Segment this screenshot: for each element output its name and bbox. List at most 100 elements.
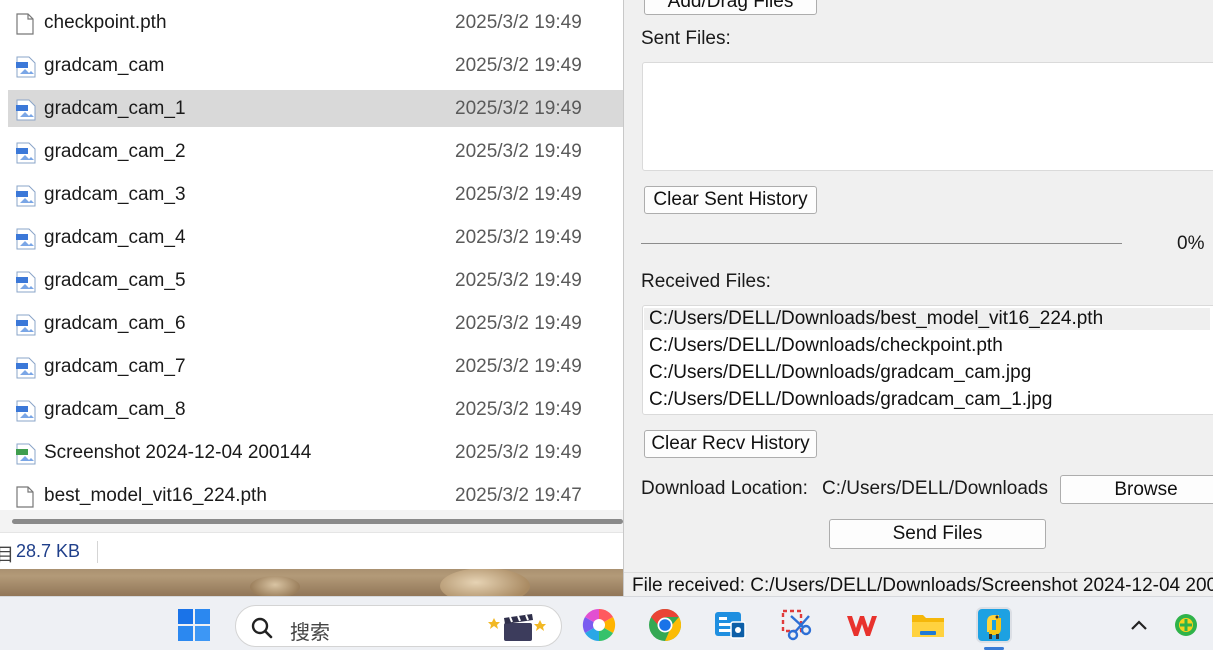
file-row[interactable]: Screenshot 2024-12-04 200144 2025/3/2 19:… [8, 434, 623, 471]
jpg-image-file-icon [16, 314, 36, 336]
file-name: Screenshot 2024-12-04 200144 [44, 441, 312, 463]
horizontal-scrollbar[interactable] [0, 510, 623, 532]
browse-button[interactable]: Browse [1060, 475, 1213, 504]
file-row[interactable]: gradcam_cam_1 2025/3/2 19:49 [8, 90, 623, 127]
jpg-image-file-icon [16, 271, 36, 293]
explorer-status-bar: 目 28.7 KB [0, 532, 623, 569]
file-explorer-window: checkpoint.pth 2025/3/2 19:49 gradcam_cam 2… [0, 0, 623, 569]
chrome-browser-icon [649, 608, 682, 642]
pinwheel-app-icon [582, 608, 616, 642]
file-row[interactable]: gradcam_cam_4 2025/3/2 19:49 [8, 219, 623, 256]
file-row[interactable]: gradcam_cam_3 2025/3/2 19:49 [8, 176, 623, 213]
taskbar-remote-desktop[interactable] [712, 607, 748, 643]
sent-files-label: Sent Files: [641, 28, 731, 49]
snipping-tool-icon [781, 609, 812, 641]
tray-app-icon [1175, 614, 1197, 636]
search-placeholder: 搜索 [290, 620, 330, 644]
send-files-button[interactable]: Send Files [829, 519, 1046, 549]
jpg-image-file-icon [16, 357, 36, 379]
received-files-list[interactable]: C:/Users/DELL/Downloads/best_model_vit16… [642, 305, 1213, 415]
document-file-icon [16, 486, 34, 508]
file-name: gradcam_cam_2 [44, 140, 186, 162]
file-modified-date: 2025/3/2 19:49 [455, 269, 582, 291]
clear-recv-history-button[interactable]: Clear Recv History [644, 430, 817, 458]
status-message: File received: C:/Users/DELL/Downloads/S… [632, 575, 1213, 596]
file-modified-date: 2025/3/2 19:49 [455, 183, 582, 205]
search-icon [251, 617, 273, 639]
horizontal-scrollbar-thumb[interactable] [12, 519, 623, 524]
file-row[interactable]: gradcam_cam_8 2025/3/2 19:49 [8, 391, 623, 428]
file-name: gradcam_cam_8 [44, 398, 186, 420]
file-row[interactable]: gradcam_cam_2 2025/3/2 19:49 [8, 133, 623, 170]
sent-files-list[interactable] [642, 62, 1213, 171]
taskbar-chrome[interactable] [647, 607, 683, 643]
start-button[interactable] [176, 607, 212, 643]
file-row[interactable]: gradcam_cam_6 2025/3/2 19:49 [8, 305, 623, 342]
file-explorer-icon [912, 615, 944, 637]
png-image-file-icon [16, 443, 36, 465]
tray-app-button[interactable] [1168, 607, 1204, 643]
file-name: gradcam_cam_6 [44, 312, 186, 334]
jpg-image-file-icon [16, 185, 36, 207]
file-name: best_model_vit16_224.pth [44, 484, 267, 506]
file-name: gradcam_cam [44, 54, 165, 76]
file-name: checkpoint.pth [44, 11, 167, 33]
document-file-icon [16, 13, 34, 35]
wallpaper-pebble [250, 576, 300, 598]
jpg-image-file-icon [16, 400, 36, 422]
file-name: gradcam_cam_7 [44, 355, 186, 377]
download-location-path: C:/Users/DELL/Downloads [822, 478, 1048, 499]
file-transfer-app: Add/Drag Files Sent Files: Clear Sent Hi… [623, 0, 1213, 596]
progress-percent: 0% [1177, 233, 1205, 254]
file-row[interactable]: gradcam_cam 2025/3/2 19:49 [8, 47, 623, 84]
file-modified-date: 2025/3/2 19:49 [455, 226, 582, 248]
file-row[interactable]: gradcam_cam_7 2025/3/2 19:49 [8, 348, 623, 385]
jpg-image-file-icon [16, 56, 36, 78]
file-row[interactable]: checkpoint.pth 2025/3/2 19:49 [8, 4, 623, 41]
file-modified-date: 2025/3/2 19:49 [455, 54, 582, 76]
received-files-label: Received Files: [641, 271, 771, 292]
wps-office-icon [847, 616, 877, 636]
file-name: gradcam_cam_4 [44, 226, 186, 248]
file-modified-date: 2025/3/2 19:49 [455, 398, 582, 420]
tray-overflow-button[interactable] [1121, 607, 1157, 643]
file-modified-date: 2025/3/2 19:49 [455, 312, 582, 334]
windows-start-icon [178, 609, 210, 641]
file-name: gradcam_cam_5 [44, 269, 186, 291]
taskbar: 搜索 [0, 596, 1213, 650]
jpg-image-file-icon [16, 228, 36, 250]
taskbar-search-box[interactable]: 搜索 [235, 605, 562, 647]
taskbar-snipping-tool[interactable] [778, 607, 814, 643]
file-modified-date: 2025/3/2 19:49 [455, 11, 582, 33]
file-name: gradcam_cam_1 [44, 97, 186, 119]
jpg-image-file-icon [16, 99, 36, 121]
taskbar-python-app[interactable] [976, 607, 1012, 643]
taskbar-file-explorer[interactable] [910, 607, 946, 643]
file-modified-date: 2025/3/2 19:49 [455, 355, 582, 377]
taskbar-wps-office[interactable] [844, 607, 880, 643]
received-file-entry[interactable]: C:/Users/DELL/Downloads/best_model_vit16… [644, 308, 1210, 330]
file-row[interactable]: best_model_vit16_224.pth 2025/3/2 19:47 [8, 477, 623, 510]
file-modified-date: 2025/3/2 19:49 [455, 140, 582, 162]
received-file-entry[interactable]: C:/Users/DELL/Downloads/gradcam_cam.jpg [649, 362, 1031, 384]
file-modified-date: 2025/3/2 19:47 [455, 484, 582, 506]
file-modified-date: 2025/3/2 19:49 [455, 441, 582, 463]
add-files-button[interactable]: Add/Drag Files [644, 0, 817, 15]
taskbar-pinwheel-app[interactable] [581, 607, 617, 643]
progress-track [641, 243, 1122, 244]
status-selected-size: 28.7 KB [16, 541, 81, 561]
file-name: gradcam_cam_3 [44, 183, 186, 205]
jpg-image-file-icon [16, 142, 36, 164]
received-file-entry[interactable]: C:/Users/DELL/Downloads/gradcam_cam_1.jp… [649, 389, 1052, 411]
status-divider [97, 541, 98, 563]
file-modified-date: 2025/3/2 19:49 [455, 97, 582, 119]
download-location-label: Download Location: [641, 478, 808, 499]
status-selection-fragment: 目 [0, 545, 14, 565]
remote-desktop-icon [715, 612, 746, 639]
python-app-icon [978, 609, 1010, 641]
media-player-icon [488, 614, 546, 641]
clear-sent-history-button[interactable]: Clear Sent History [644, 186, 817, 214]
app-status-bar: File received: C:/Users/DELL/Downloads/S… [624, 572, 1213, 596]
file-row[interactable]: gradcam_cam_5 2025/3/2 19:49 [8, 262, 623, 299]
received-file-entry[interactable]: C:/Users/DELL/Downloads/checkpoint.pth [649, 335, 1003, 357]
